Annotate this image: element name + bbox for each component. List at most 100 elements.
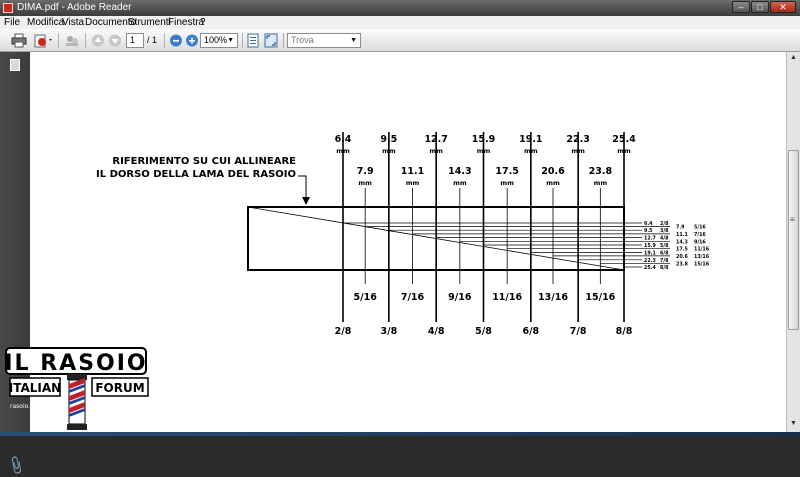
reference-note-line-2: IL DORSO DELLA LAMA DEL RASOIO [96, 169, 296, 180]
right-scale-mm-label: 6.4 [644, 221, 653, 227]
zoom-out-button[interactable] [169, 33, 183, 48]
right-scale-fraction-label: 13/16 [694, 254, 710, 260]
main-column-unit-label: mm [382, 147, 396, 155]
logo-tagline-1: il punto di riferimento [96, 400, 145, 406]
barber-pole-icon [67, 374, 87, 430]
right-scale-fraction-label: 8/8 [660, 265, 669, 271]
scroll-up-arrow-icon[interactable]: ▲ [790, 54, 797, 61]
right-scale-mm-label: 17.5 [676, 247, 688, 253]
close-button[interactable]: ✕ [770, 1, 796, 13]
scrollbar-thumb[interactable] [788, 150, 799, 330]
right-scale-fraction-label: 7/8 [660, 258, 669, 264]
page-number-input[interactable]: 1 [126, 33, 144, 48]
zoom-level-select[interactable]: 100% ▼ [200, 33, 238, 48]
zoom-in-icon [186, 34, 198, 47]
fullscreen-button[interactable] [264, 33, 278, 48]
next-page-button[interactable] [108, 33, 122, 48]
mid-column-fraction-label: 15/16 [585, 292, 615, 303]
fit-page-button[interactable] [246, 33, 260, 48]
mid-column-fraction-label: 7/16 [401, 292, 425, 303]
right-scale-fraction-label: 7/16 [694, 232, 706, 238]
scrollbar-grip-icon: ≡ [790, 215, 795, 224]
logo-tagline-2: per la rasatura [96, 406, 130, 412]
maximize-button[interactable]: □ [751, 1, 769, 13]
right-scale-mm-label: 12.7 [644, 236, 656, 242]
right-scale-fraction-label: 15/16 [694, 261, 710, 267]
right-scale-mm-label: 11.1 [676, 232, 688, 238]
main-column-fraction-label: 8/8 [616, 326, 633, 337]
menu-file[interactable]: File [4, 17, 20, 28]
fullscreen-icon [264, 33, 278, 48]
right-scale-mm-label: 15.9 [644, 243, 656, 249]
main-column-fraction-label: 6/8 [522, 326, 539, 337]
previous-page-button[interactable] [91, 33, 105, 48]
chevron-down-icon: ▼ [227, 37, 234, 44]
search-placeholder: Trova [291, 35, 314, 45]
page-total: / 1 [147, 35, 158, 45]
right-scale-mm-label: 7.9 [676, 224, 685, 230]
collaborate-icon [66, 36, 78, 46]
menu-modifica[interactable]: Modifica [27, 17, 64, 28]
pages-panel-icon[interactable] [10, 59, 20, 71]
logo-italian: ITALIAN [9, 381, 61, 395]
main-column-fraction-label: 4/8 [428, 326, 445, 337]
create-pdf-button[interactable] [34, 33, 54, 48]
main-column-fraction-label: 2/8 [335, 326, 352, 337]
main-column-mm-label: 15.9 [472, 134, 495, 145]
right-scale-mm-label: 23.8 [676, 261, 688, 267]
adobe-reader-app-icon [3, 3, 13, 13]
main-column-mm-label: 19.1 [519, 134, 542, 145]
window-title: DIMA.pdf - Adobe Reader [17, 2, 132, 13]
main-column-mm-label: 25.4 [612, 134, 636, 145]
mid-column-mm-label: 23.8 [589, 166, 613, 177]
window-controls: – □ ✕ [731, 1, 796, 14]
right-scale-fraction-label: 5/8 [660, 243, 669, 249]
right-scale-fraction-label: 6/8 [660, 250, 669, 256]
main-column-unit-label: mm [571, 147, 585, 155]
right-scale-fraction-label: 11/16 [694, 247, 710, 253]
mid-column-unit-label: mm [453, 179, 467, 187]
menu-help[interactable]: ? [200, 17, 206, 28]
zoom-level-value: 100% [204, 35, 228, 45]
menu-finestra[interactable]: Finestra [168, 17, 204, 28]
column-labels: 6.4 mm 2/8 9.5 mm 3/8 12.7 mm 4/8 15.9 mm 5/8 19.1 mm… [335, 134, 637, 337]
minimize-button[interactable]: – [732, 1, 750, 13]
create-pdf-icon [34, 34, 52, 48]
right-scale-fraction-label: 9/16 [694, 239, 706, 245]
mid-column-mm-label: 20.6 [541, 166, 565, 177]
menu-vista[interactable]: Vista [62, 17, 84, 28]
mid-column-mm-label: 7.9 [357, 166, 374, 177]
printer-icon [11, 33, 27, 48]
scroll-down-arrow-icon[interactable]: ▼ [790, 420, 797, 427]
arrow-down-icon [109, 34, 121, 47]
main-column-fraction-label: 7/8 [570, 326, 587, 337]
attachments-icon[interactable]: 📎 [5, 455, 28, 477]
right-scale-mm-label: 19.1 [644, 250, 656, 256]
vertical-scrollbar[interactable]: ▲ ≡ ▼ [786, 52, 800, 432]
mid-column-fraction-label: 9/16 [448, 292, 472, 303]
logo-title: IL RASOIO [4, 351, 147, 376]
mid-column-fraction-label: 13/16 [538, 292, 568, 303]
main-column-unit-label: mm [429, 147, 443, 155]
zoom-in-button[interactable] [185, 33, 199, 48]
main-column-unit-label: mm [477, 147, 491, 155]
right-scale-fraction-label: 3/8 [660, 228, 669, 234]
right-scale-mm-label: 25.4 [644, 265, 656, 271]
collaborate-button[interactable] [64, 33, 80, 48]
search-options-chevron-icon[interactable]: ▼ [350, 34, 357, 47]
mid-column-mm-label: 14.3 [448, 166, 471, 177]
taskbar [0, 432, 800, 436]
right-scale-fraction-label: 2/8 [660, 221, 669, 227]
main-column-fraction-label: 5/8 [475, 326, 492, 337]
mid-column-fraction-label: 11/16 [492, 292, 522, 303]
print-button[interactable] [11, 33, 27, 48]
arrow-up-icon [92, 34, 104, 47]
mid-column-unit-label: mm [500, 179, 514, 187]
logo-forum: FORUM [95, 381, 144, 395]
search-input[interactable]: Trova ▼ [287, 33, 361, 48]
logo-url: rasoio.com [10, 403, 43, 410]
menu-strumenti[interactable]: Strumenti [128, 17, 171, 28]
main-column-mm-label: 6.4 [335, 134, 352, 145]
mid-column-fraction-label: 5/16 [354, 292, 378, 303]
reference-arrow-head [302, 197, 310, 205]
